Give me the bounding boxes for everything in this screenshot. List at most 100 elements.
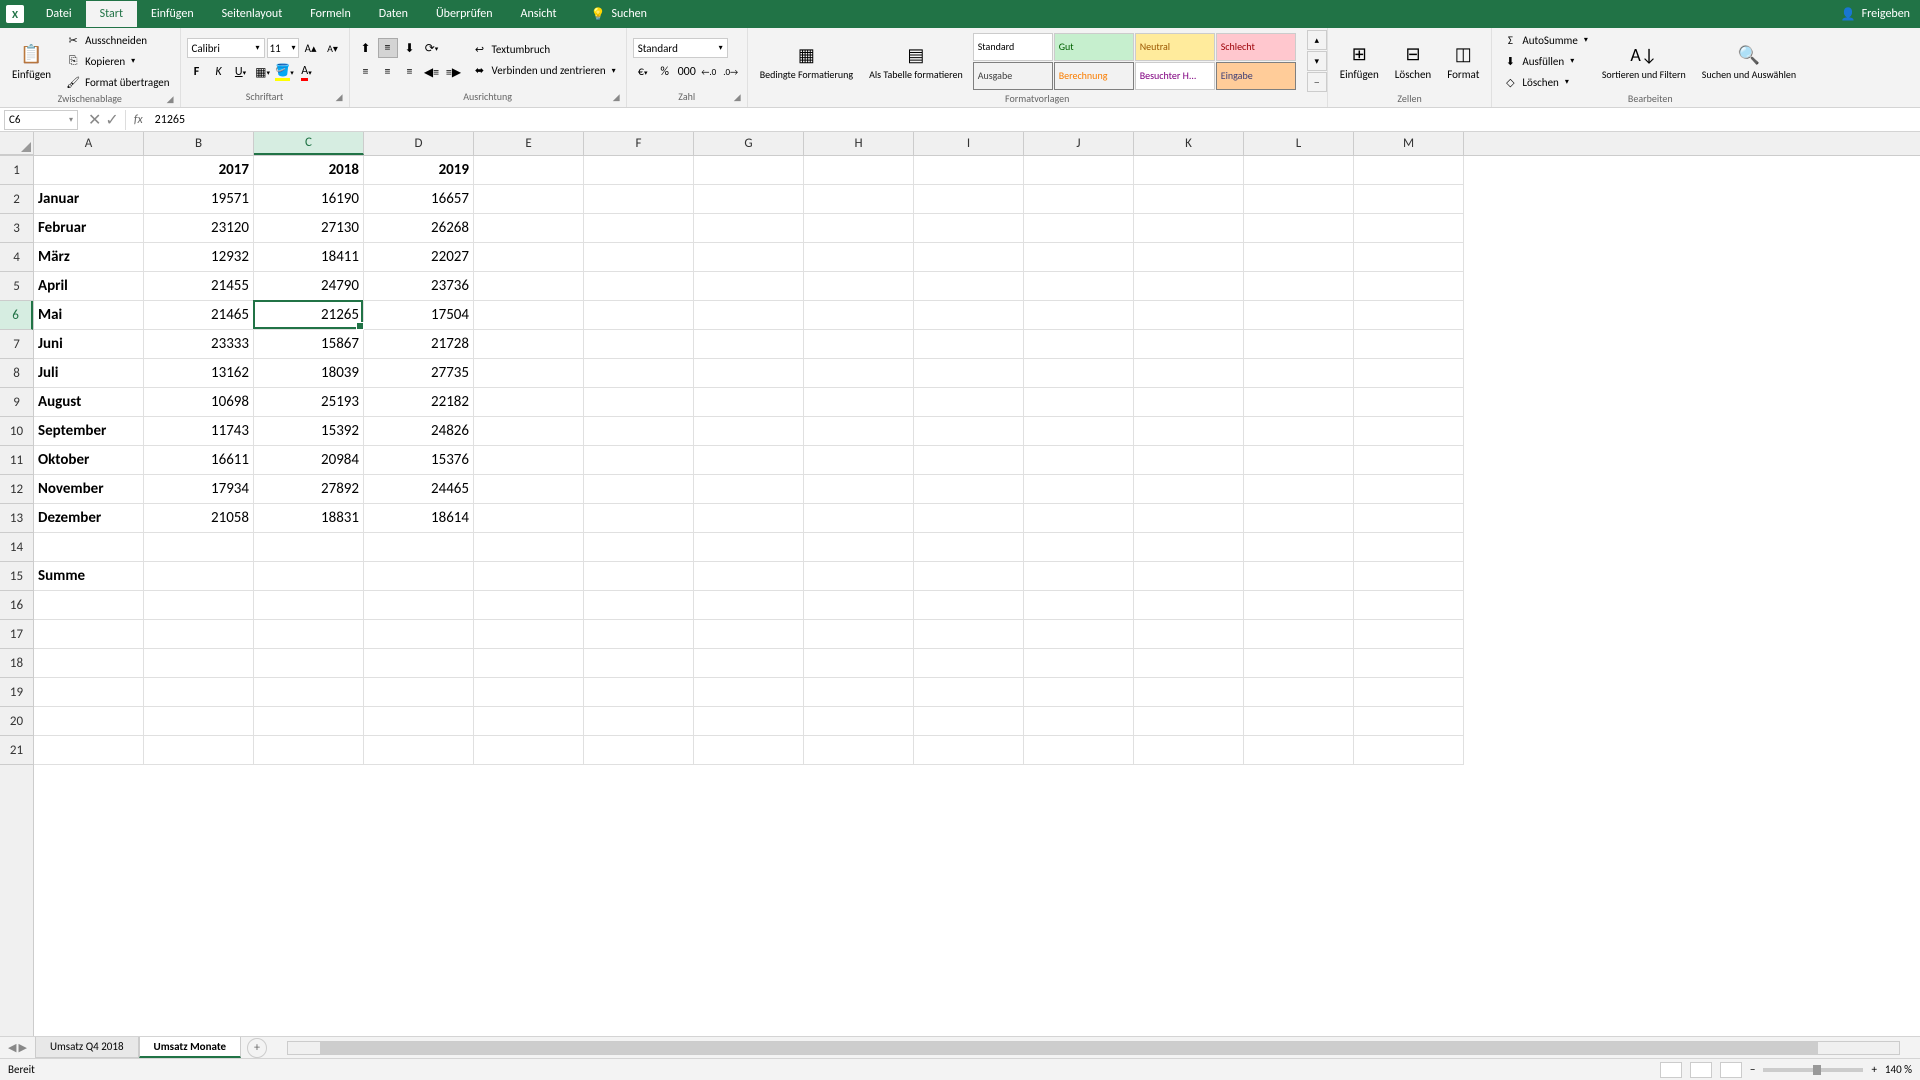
cell[interactable]: 15867 — [254, 330, 364, 359]
col-header-I[interactable]: I — [914, 132, 1024, 155]
cell[interactable]: 16190 — [254, 185, 364, 214]
cell[interactable] — [584, 417, 694, 446]
row-header-20[interactable]: 20 — [0, 707, 33, 736]
cell[interactable] — [1244, 243, 1354, 272]
row-header-16[interactable]: 16 — [0, 591, 33, 620]
cell[interactable] — [1244, 359, 1354, 388]
gallery-down-button[interactable]: ▾ — [1307, 51, 1327, 71]
cell[interactable] — [1024, 504, 1134, 533]
cell[interactable] — [1354, 678, 1464, 707]
cell[interactable]: 26268 — [364, 214, 474, 243]
cell[interactable]: 17934 — [144, 475, 254, 504]
cell[interactable] — [1024, 214, 1134, 243]
cell[interactable] — [1024, 417, 1134, 446]
cell[interactable] — [1024, 359, 1134, 388]
cell[interactable] — [694, 272, 804, 301]
tab-seitenlayout[interactable]: Seitenlayout — [208, 1, 297, 27]
cell[interactable] — [1244, 330, 1354, 359]
row-header-15[interactable]: 15 — [0, 562, 33, 591]
cell[interactable]: 12932 — [144, 243, 254, 272]
cell[interactable]: 11743 — [144, 417, 254, 446]
percent-button[interactable]: % — [655, 62, 675, 82]
cell[interactable] — [804, 214, 914, 243]
format-painter-button[interactable]: 🖌Format übertragen — [61, 72, 173, 92]
cell[interactable] — [1024, 301, 1134, 330]
cell[interactable]: 23736 — [364, 272, 474, 301]
cell[interactable] — [1024, 707, 1134, 736]
cell[interactable] — [144, 620, 254, 649]
cell[interactable] — [1024, 156, 1134, 185]
cell[interactable] — [1354, 272, 1464, 301]
cell[interactable]: November — [34, 475, 144, 504]
cell[interactable] — [1024, 388, 1134, 417]
cell[interactable] — [34, 707, 144, 736]
dialog-launcher-icon[interactable]: ◢ — [613, 92, 620, 103]
cell[interactable] — [1134, 388, 1244, 417]
cell[interactable]: Oktober — [34, 446, 144, 475]
cell[interactable] — [804, 446, 914, 475]
col-header-K[interactable]: K — [1134, 132, 1244, 155]
border-button[interactable]: ▦▾ — [253, 62, 273, 82]
cell[interactable]: 27735 — [364, 359, 474, 388]
cell[interactable] — [144, 736, 254, 765]
cell[interactable]: 21455 — [144, 272, 254, 301]
cell[interactable] — [364, 620, 474, 649]
cell[interactable] — [584, 243, 694, 272]
cell[interactable]: Mai — [34, 301, 144, 330]
cell[interactable] — [804, 388, 914, 417]
col-header-G[interactable]: G — [694, 132, 804, 155]
style-gut[interactable]: Gut — [1054, 33, 1134, 61]
cell[interactable] — [1244, 156, 1354, 185]
cell[interactable] — [474, 359, 584, 388]
cell[interactable] — [914, 591, 1024, 620]
cell[interactable] — [1354, 533, 1464, 562]
cell[interactable] — [1244, 504, 1354, 533]
cell[interactable] — [804, 417, 914, 446]
cell[interactable] — [914, 388, 1024, 417]
cell[interactable] — [694, 446, 804, 475]
cell[interactable] — [804, 620, 914, 649]
cell[interactable] — [804, 185, 914, 214]
cell[interactable]: März — [34, 243, 144, 272]
col-header-L[interactable]: L — [1244, 132, 1354, 155]
cell[interactable] — [1244, 185, 1354, 214]
cell[interactable]: 25193 — [254, 388, 364, 417]
cell[interactable] — [1354, 185, 1464, 214]
cell[interactable]: Summe — [34, 562, 144, 591]
font-size-select[interactable]: 11▾ — [267, 38, 299, 58]
cell[interactable] — [694, 620, 804, 649]
cell-styles-gallery[interactable]: StandardGutNeutralSchlechtAusgabeBerechn… — [973, 33, 1303, 90]
select-all-corner[interactable] — [0, 132, 34, 155]
cell[interactable] — [144, 562, 254, 591]
sheet-tab-1[interactable]: Umsatz Monate — [139, 1037, 242, 1058]
cell[interactable] — [1134, 446, 1244, 475]
cell[interactable] — [364, 649, 474, 678]
cell[interactable] — [474, 388, 584, 417]
cell[interactable] — [584, 504, 694, 533]
cell[interactable]: 13162 — [144, 359, 254, 388]
cell[interactable] — [1244, 591, 1354, 620]
align-center-button[interactable]: ≡ — [378, 62, 398, 82]
cell[interactable] — [364, 707, 474, 736]
cell[interactable] — [914, 707, 1024, 736]
style-standard[interactable]: Standard — [973, 33, 1053, 61]
cell[interactable] — [1244, 475, 1354, 504]
sort-filter-button[interactable]: A↓Sortieren und Filtern — [1596, 30, 1692, 92]
zoom-out-button[interactable]: − — [1750, 1063, 1755, 1076]
cell[interactable] — [1024, 475, 1134, 504]
cell[interactable]: 19571 — [144, 185, 254, 214]
row-header-21[interactable]: 21 — [0, 736, 33, 765]
cell[interactable] — [364, 591, 474, 620]
style-ausgabe[interactable]: Ausgabe — [973, 62, 1053, 90]
cell[interactable] — [694, 678, 804, 707]
cell[interactable]: 27892 — [254, 475, 364, 504]
cell[interactable]: 18411 — [254, 243, 364, 272]
cell[interactable] — [1134, 359, 1244, 388]
cell[interactable] — [34, 591, 144, 620]
fill-button[interactable]: ⬇Ausfüllen▾ — [1498, 51, 1591, 71]
italic-button[interactable]: K — [209, 62, 229, 82]
cell[interactable] — [1244, 649, 1354, 678]
cell[interactable] — [584, 359, 694, 388]
cell[interactable] — [1354, 156, 1464, 185]
cell[interactable] — [694, 591, 804, 620]
